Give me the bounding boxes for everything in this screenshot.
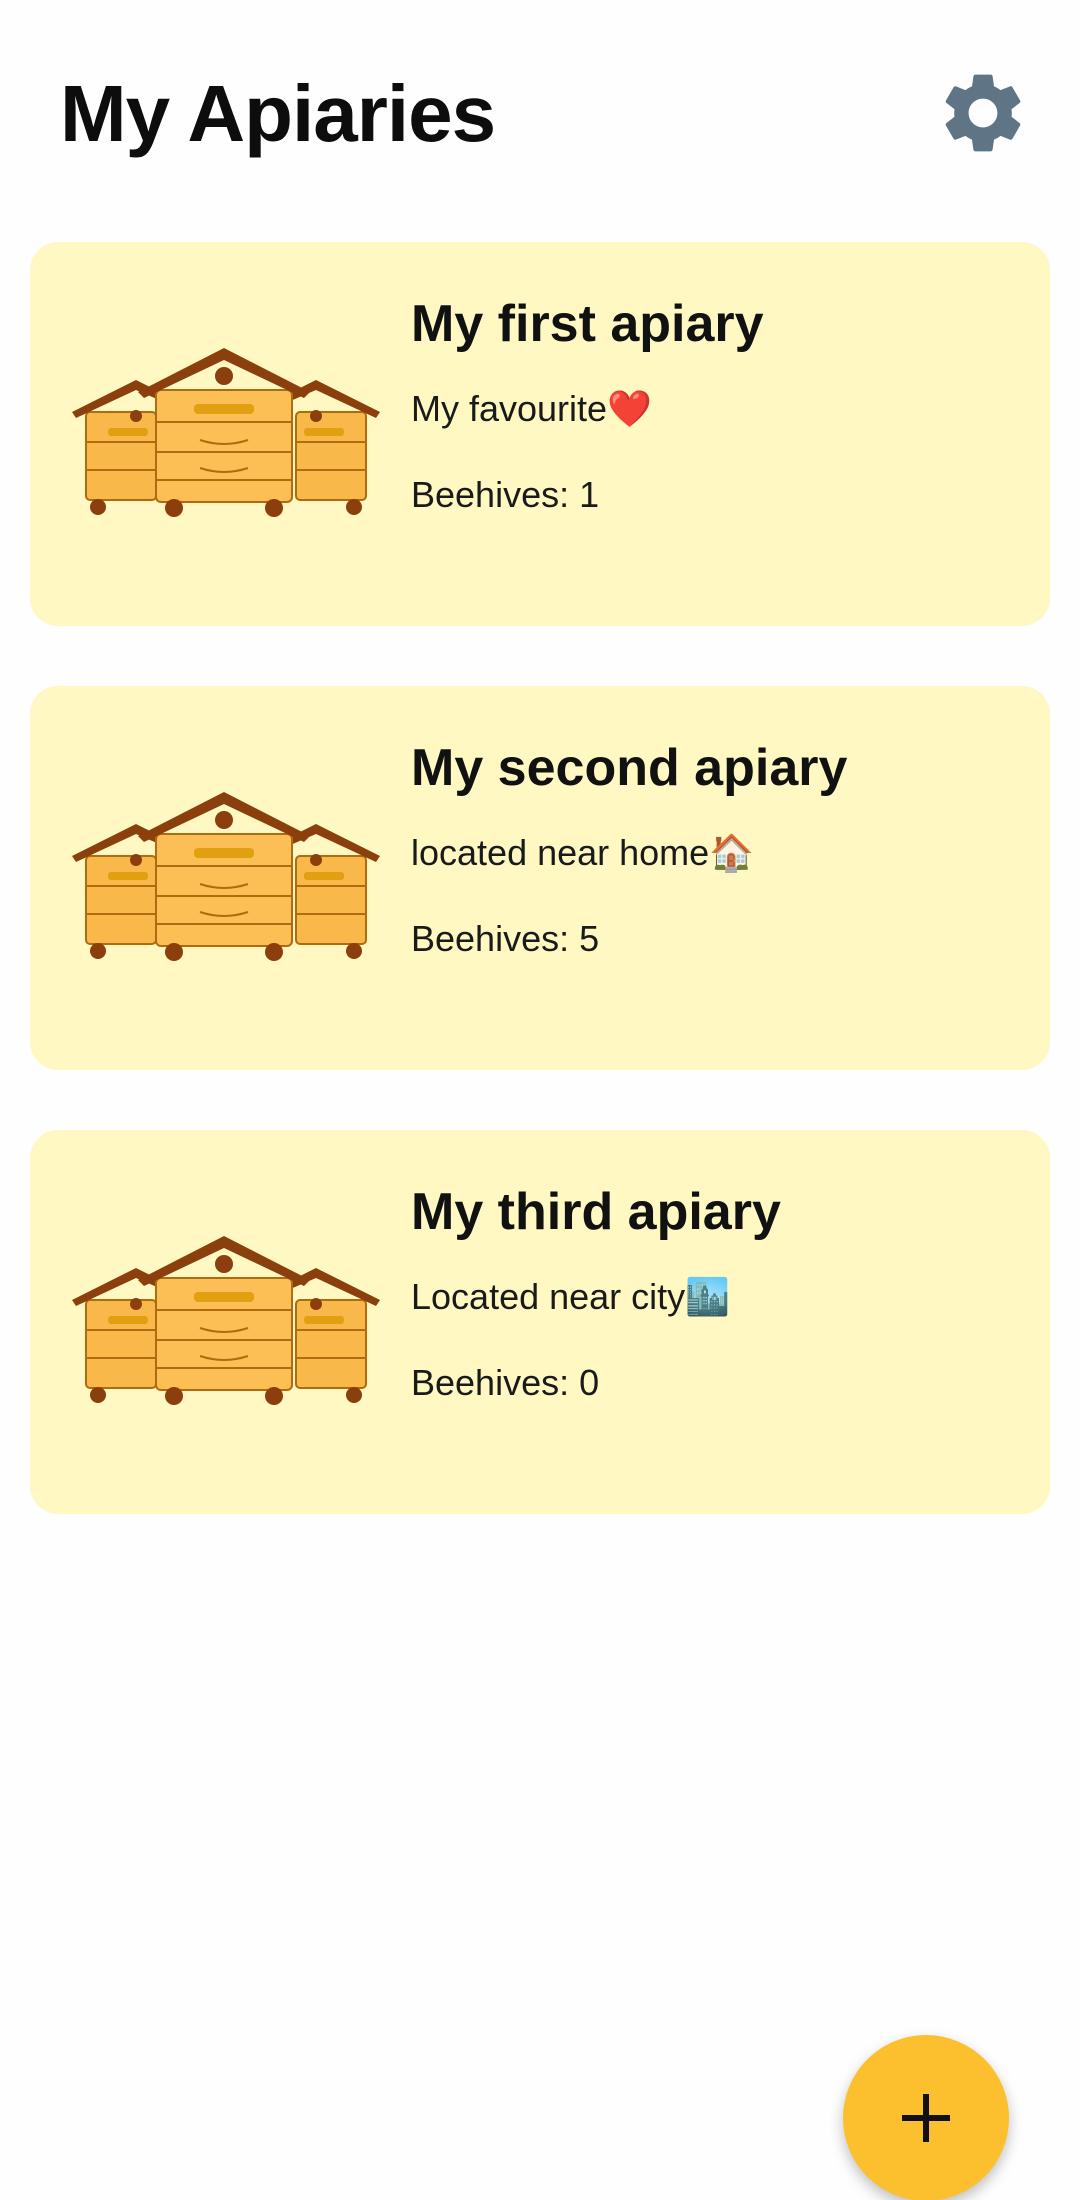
apiary-card[interactable]: My second apiary located near home🏠 Beeh… (30, 686, 1050, 1070)
header: My Apiaries (0, 0, 1080, 200)
beehives-illustration (68, 786, 384, 966)
plus-icon (898, 2090, 954, 2146)
beehives-count-value: 5 (579, 918, 600, 959)
apiary-name: My second apiary (411, 739, 848, 797)
beehives-label: Beehives: (411, 918, 570, 959)
apiary-description: My favourite❤️ (411, 388, 652, 429)
gear-icon (945, 74, 1021, 152)
apiary-description: located near home🏠 (411, 832, 755, 873)
add-apiary-button[interactable] (843, 2035, 1009, 2200)
page-title: My Apiaries (60, 69, 496, 158)
beehives-count: Beehives: 0 (411, 1360, 1031, 1406)
beehives-count-value: 0 (579, 1362, 600, 1403)
beehives-illustration (68, 342, 384, 522)
beehives-count: Beehives: 5 (411, 916, 1031, 962)
beehives-illustration (68, 1230, 384, 1410)
apiary-info: My second apiary located near home🏠 Beeh… (411, 736, 1031, 962)
apiary-description: Located near city🏙️ (411, 1276, 730, 1317)
apiary-card[interactable]: My third apiary Located near city🏙️ Beeh… (30, 1130, 1050, 1514)
apiaries-screen: My Apiaries My first apiary My favourite… (0, 0, 1080, 2200)
beehives-label: Beehives: (411, 474, 570, 515)
apiary-info: My first apiary My favourite❤️ Beehives:… (411, 292, 1031, 518)
beehives-count-value: 1 (579, 474, 600, 515)
beehives-count: Beehives: 1 (411, 472, 1031, 518)
apiary-info: My third apiary Located near city🏙️ Beeh… (411, 1180, 1031, 1406)
apiary-list: My first apiary My favourite❤️ Beehives:… (30, 242, 1050, 1574)
apiary-name: My third apiary (411, 1183, 781, 1241)
beehives-label: Beehives: (411, 1362, 570, 1403)
settings-button[interactable] (935, 65, 1031, 161)
apiary-card[interactable]: My first apiary My favourite❤️ Beehives:… (30, 242, 1050, 626)
apiary-name: My first apiary (411, 295, 764, 353)
